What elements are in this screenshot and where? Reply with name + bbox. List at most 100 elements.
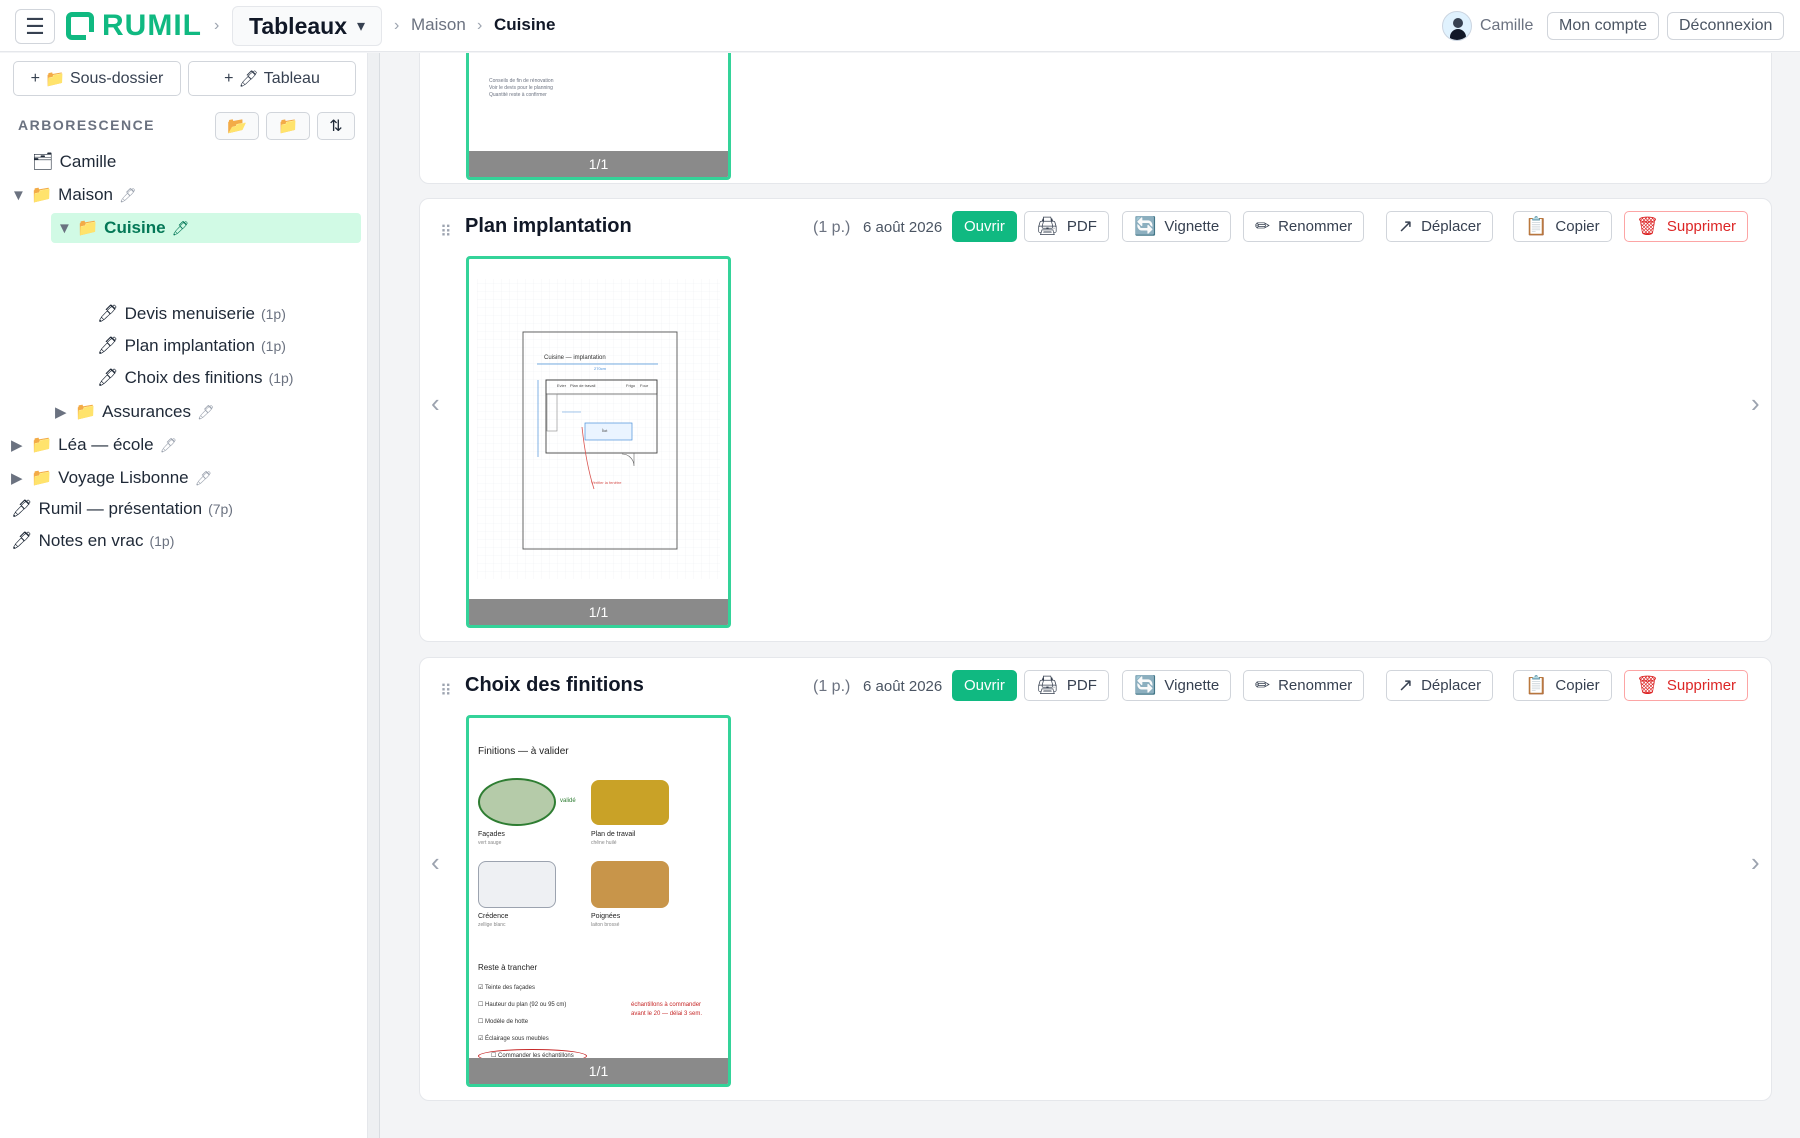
- tree-item-choix-des-finitions[interactable]: 🖊 Choix des finitions (1p): [97, 363, 293, 393]
- thumbnail-button[interactable]: 🔄 Vignette: [1122, 211, 1232, 242]
- delete-button[interactable]: 🗑 Supprimer: [1624, 670, 1749, 701]
- copy-button[interactable]: 📋 Copier: [1513, 670, 1612, 701]
- tree-item-count: (1p): [268, 370, 294, 386]
- swatch-label: Poignées: [591, 913, 621, 920]
- edit-icon[interactable]: 🖊: [172, 220, 190, 237]
- tree-item-maison[interactable]: ▼ 📁 Maison 🖊: [11, 180, 137, 210]
- edit-icon[interactable]: 🖊: [197, 404, 215, 421]
- tree-item-count: (1p): [260, 306, 286, 322]
- sort-icon: ⇅: [329, 118, 343, 135]
- breadcrumb-separator-icon: ›: [477, 17, 483, 34]
- todo-item-label: Hauteur du plan (92 ou 95 cm): [485, 1002, 567, 1008]
- tree-item-devis-menuiserie[interactable]: 🖊 Devis menuiserie (1p): [97, 299, 286, 329]
- tree-heading: ARBORESCENCE: [18, 117, 156, 133]
- avatar: [1442, 11, 1472, 41]
- edit-icon[interactable]: 🖊: [119, 187, 137, 204]
- floor-plan-sketch: [477, 279, 720, 579]
- my-account-button[interactable]: Mon compte: [1547, 12, 1660, 40]
- pdf-button[interactable]: 🖨 PDF: [1024, 211, 1109, 242]
- folder-icon: 📁: [278, 118, 298, 135]
- tree-item-label: Voyage Lisbonne: [58, 468, 189, 487]
- page-indicator: 1/1: [469, 1058, 728, 1084]
- tree-item-label: Devis menuiserie: [124, 304, 255, 323]
- board-thumbnail[interactable]: Cuisine — implantation 270cm Evier Plan …: [466, 256, 731, 628]
- board-thumbnail[interactable]: Finitions — à valider validé Façades ver…: [466, 715, 731, 1087]
- sidebar: + 📁 Sous-dossier + 🖊 Tableau ARBORESCENCE 📂 …: [0, 53, 368, 1138]
- chevron-left-icon[interactable]: ‹: [431, 388, 440, 419]
- printer-icon: 🖨: [1036, 675, 1059, 695]
- folder-icon: 📁: [77, 218, 99, 237]
- todo-item-label: Éclairage sous meubles: [485, 1036, 549, 1042]
- pdf-button[interactable]: 🖨 PDF: [1024, 670, 1109, 701]
- move-button[interactable]: ↗ Déplacer: [1386, 670, 1494, 701]
- collapse-all-button[interactable]: 📁: [266, 112, 310, 140]
- copy-button[interactable]: 📋 Copier: [1513, 211, 1612, 242]
- board-thumbnail[interactable]: Conseils de fin de rénovation Voir le de…: [466, 53, 731, 180]
- swatch-label: Façades: [478, 831, 505, 838]
- edit-icon[interactable]: 🖊: [160, 437, 178, 454]
- tree-item-lea-ecole[interactable]: ▶ 📁 Léa — école 🖊: [11, 430, 177, 460]
- caret-down-icon[interactable]: ▼: [11, 187, 26, 204]
- expand-all-button[interactable]: 📂: [215, 112, 259, 140]
- rename-button[interactable]: ✏ Renommer: [1243, 211, 1365, 242]
- sort-button[interactable]: ⇅: [317, 112, 355, 140]
- tree-item-rumil-presentation[interactable]: 🖊 Rumil — présentation (7p): [11, 494, 233, 524]
- board-list: Conseils de fin de rénovation Voir le de…: [381, 53, 1800, 1138]
- caret-right-icon[interactable]: ▶: [11, 469, 25, 487]
- caret-right-icon[interactable]: ▶: [55, 403, 69, 421]
- move-button[interactable]: ↗ Déplacer: [1386, 211, 1494, 242]
- edit-icon[interactable]: 🖊: [195, 470, 213, 487]
- thumbnail-button[interactable]: 🔄 Vignette: [1122, 670, 1232, 701]
- sidebar-resize-handle[interactable]: [368, 53, 380, 1138]
- open-button[interactable]: Ouvrir: [952, 670, 1017, 701]
- folder-icon: 📁: [31, 435, 53, 454]
- todo-item: ☐ Hauteur du plan (92 ou 95 cm): [478, 1002, 567, 1008]
- delete-button[interactable]: 🗑 Supprimer: [1624, 211, 1749, 242]
- chevron-left-icon[interactable]: ‹: [431, 847, 440, 878]
- breadcrumb-maison[interactable]: Maison: [411, 15, 466, 35]
- board-type-label: Tableaux: [249, 12, 347, 39]
- move-label: Déplacer: [1421, 218, 1482, 235]
- tree-item-label: Assurances: [102, 402, 191, 421]
- logout-button[interactable]: Déconnexion: [1667, 12, 1785, 40]
- board-type-select[interactable]: Tableaux ▾: [232, 6, 383, 46]
- swatch-sublabel: vert sauge: [478, 840, 502, 846]
- tree-item-cuisine[interactable]: ▼ 📁 Cuisine 🖊: [51, 213, 361, 243]
- new-board-button[interactable]: + 🖊 Tableau: [188, 61, 356, 96]
- refresh-icon: 🔄: [1134, 216, 1157, 236]
- swatch-label: Plan de travail: [591, 831, 636, 838]
- hamburger-menu-button[interactable]: ☰: [15, 9, 55, 44]
- pdf-label: PDF: [1066, 677, 1097, 694]
- chevron-right-icon[interactable]: ›: [1751, 388, 1760, 419]
- tree-item-label: Rumil — présentation: [38, 499, 203, 518]
- tree-item-label: Maison: [58, 185, 113, 204]
- printer-icon: 🖨: [1036, 216, 1059, 236]
- page-indicator: 1/1: [469, 151, 728, 177]
- caret-right-icon[interactable]: ▶: [11, 436, 25, 454]
- clipboard-icon: 📋: [1525, 675, 1548, 695]
- drag-handle-icon[interactable]: ⠿: [440, 222, 452, 242]
- swatch-sublabel: zellige blanc: [478, 922, 506, 928]
- board-icon: 🖊: [97, 368, 119, 387]
- rename-button[interactable]: ✏ Renommer: [1243, 670, 1365, 701]
- copy-label: Copier: [1555, 677, 1600, 694]
- root-folder-icon: 🗂: [32, 152, 54, 171]
- tree-item-label: Cuisine: [104, 218, 166, 237]
- tree-item-voyage-lisbonne[interactable]: ▶ 📁 Voyage Lisbonne 🖊: [11, 463, 212, 493]
- thumbnail-label: Plan de travail: [570, 383, 596, 388]
- open-button[interactable]: Ouvrir: [952, 211, 1017, 242]
- board-icon: 🖊: [97, 304, 119, 323]
- pencil-icon: 🖊: [238, 70, 259, 88]
- tree-item-plan-implantation[interactable]: 🖊 Plan implantation (1p): [97, 331, 286, 361]
- new-subfolder-button[interactable]: + 📁 Sous-dossier: [13, 61, 181, 96]
- tree-item-camille[interactable]: 🗂 Camille: [32, 147, 116, 177]
- tree-item-notes-en-vrac[interactable]: 🖊 Notes en vrac (1p): [11, 526, 174, 556]
- tree-item-assurances[interactable]: ▶ 📁 Assurances 🖊: [55, 397, 215, 427]
- caret-down-icon[interactable]: ▼: [57, 220, 72, 237]
- thumbnail-annotation: Vérifier la fenêtre: [591, 480, 622, 485]
- thumbnail-annotation: échantillons à commander avant le 20 — d…: [631, 1002, 703, 1017]
- logo[interactable]: RUMIL: [66, 9, 202, 43]
- chevron-right-icon[interactable]: ›: [1751, 847, 1760, 878]
- swatch-facades: [478, 778, 556, 826]
- drag-handle-icon[interactable]: ⠿: [440, 681, 452, 701]
